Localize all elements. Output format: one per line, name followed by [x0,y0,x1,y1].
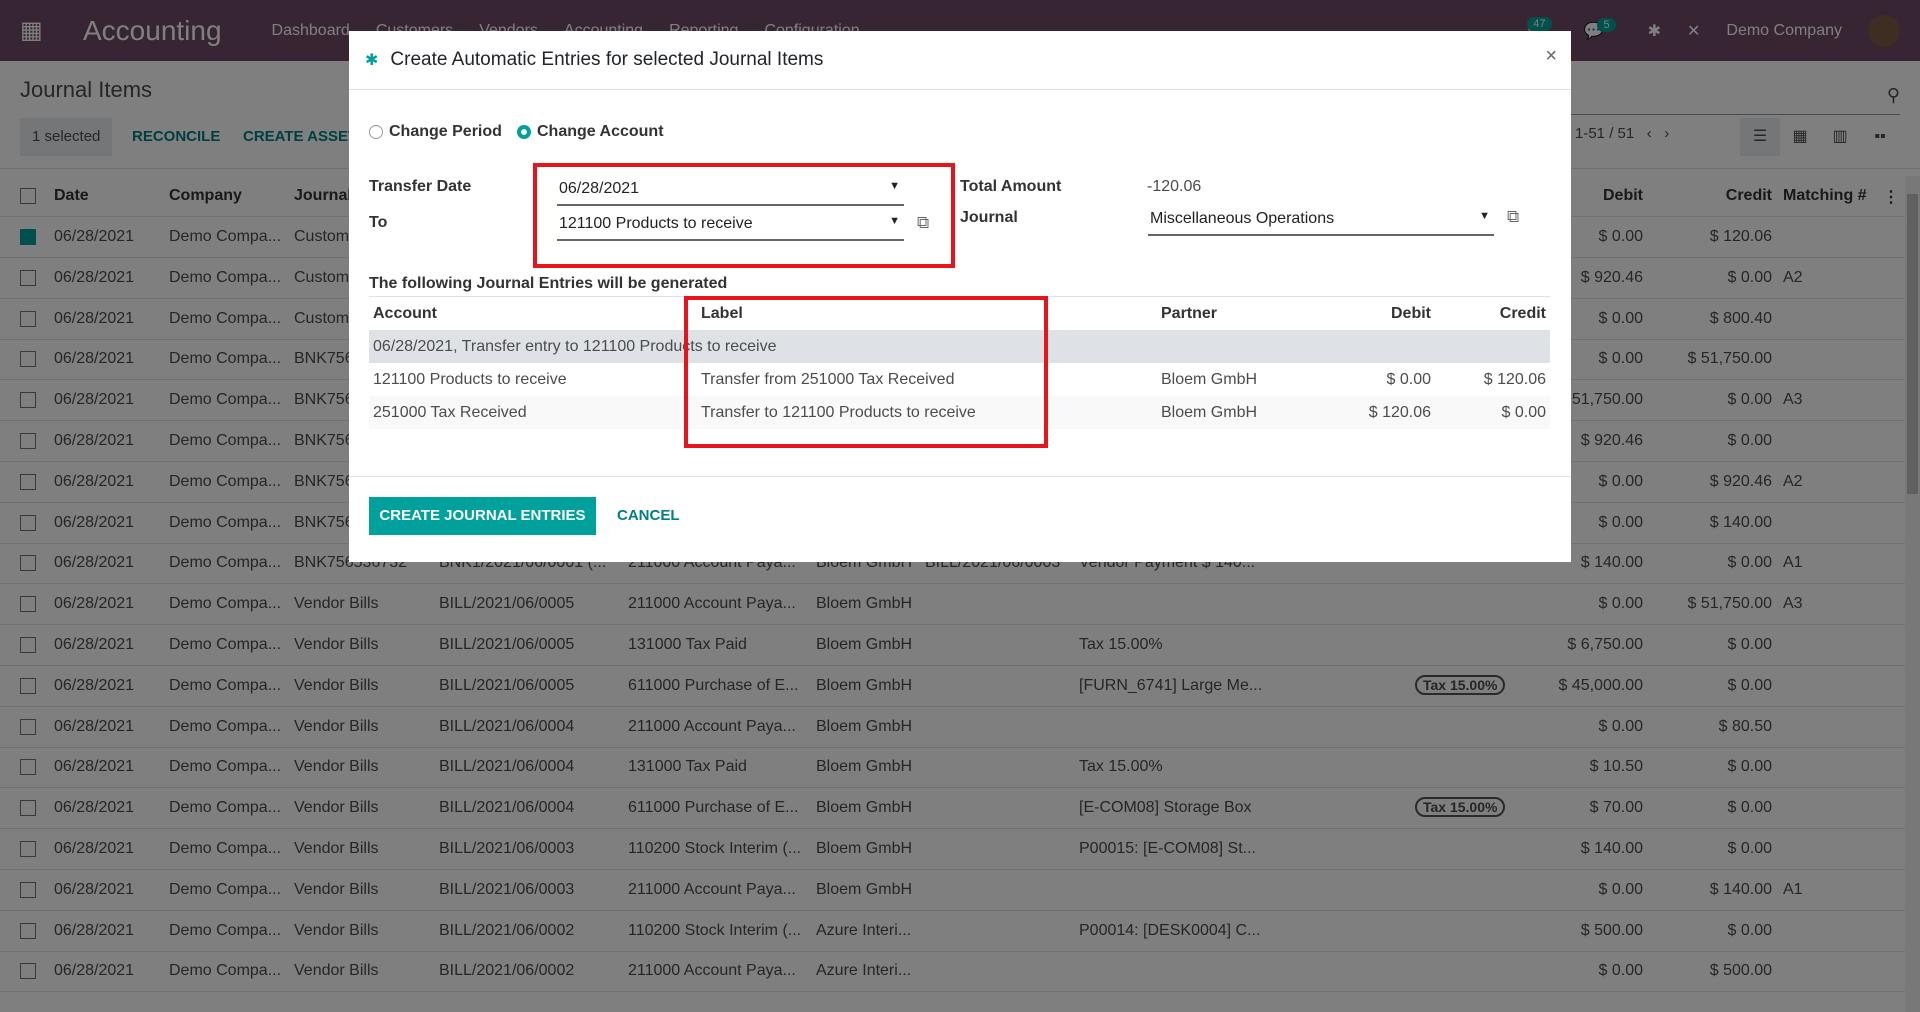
radio-checked-icon[interactable] [517,124,531,139]
cancel-button[interactable]: CANCEL [617,497,680,535]
col-credit: Credit [1499,305,1546,322]
transfer-date-label: Transfer Date [369,178,472,195]
journal-value: Miscellaneous Operations [1150,210,1335,227]
col-debit: Debit [1391,305,1431,322]
col-partner: Partner [1161,305,1218,322]
cell-account: 251000 Tax Received [373,404,527,421]
dialog-header: ✱ Create Automatic Entries for selected J… [349,31,1571,90]
dialog-title: Create Automatic Entries for selected Jo… [390,49,824,70]
total-amount-label: Total Amount [960,178,1062,195]
highlight-box [533,163,955,268]
highlight-box [684,296,1048,448]
cell-debit: $ 0.00 [1386,371,1431,388]
radio-label: Change Period [389,123,502,140]
cell-partner: Bloem GmbH [1161,404,1258,421]
close-button[interactable]: × [1545,45,1557,68]
create-automatic-entries-dialog: ✱ Create Automatic Entries for selected J… [349,31,1571,562]
radio-change-account[interactable]: Change Account [517,123,664,141]
cell-account: 121100 Products to receive [373,371,567,388]
dialog-footer-divider [349,476,1571,477]
cell-partner: Bloem GmbH [1161,371,1258,388]
section-title: The following Journal Entries will be ge… [369,275,728,292]
debug-bug-icon: ✱ [365,52,379,69]
radio-icon[interactable] [369,124,383,139]
journal-field[interactable]: Miscellaneous Operations ▼ [1148,204,1494,236]
col-account: Account [373,305,437,322]
cell-credit: $ 120.06 [1483,371,1546,388]
create-journal-entries-button[interactable]: CREATE JOURNAL ENTRIES [369,497,596,535]
to-label: To [369,214,388,231]
cell-credit: $ 0.00 [1501,404,1546,421]
radio-change-period[interactable]: Change Period [369,123,502,141]
radio-label: Change Account [537,123,664,140]
caret-down-icon[interactable]: ▼ [1479,210,1490,222]
total-amount-value: -120.06 [1147,178,1202,195]
journal-label: Journal [960,209,1018,226]
external-link-icon[interactable]: ⧉ [1507,207,1519,227]
cell-debit: $ 120.06 [1368,404,1431,421]
